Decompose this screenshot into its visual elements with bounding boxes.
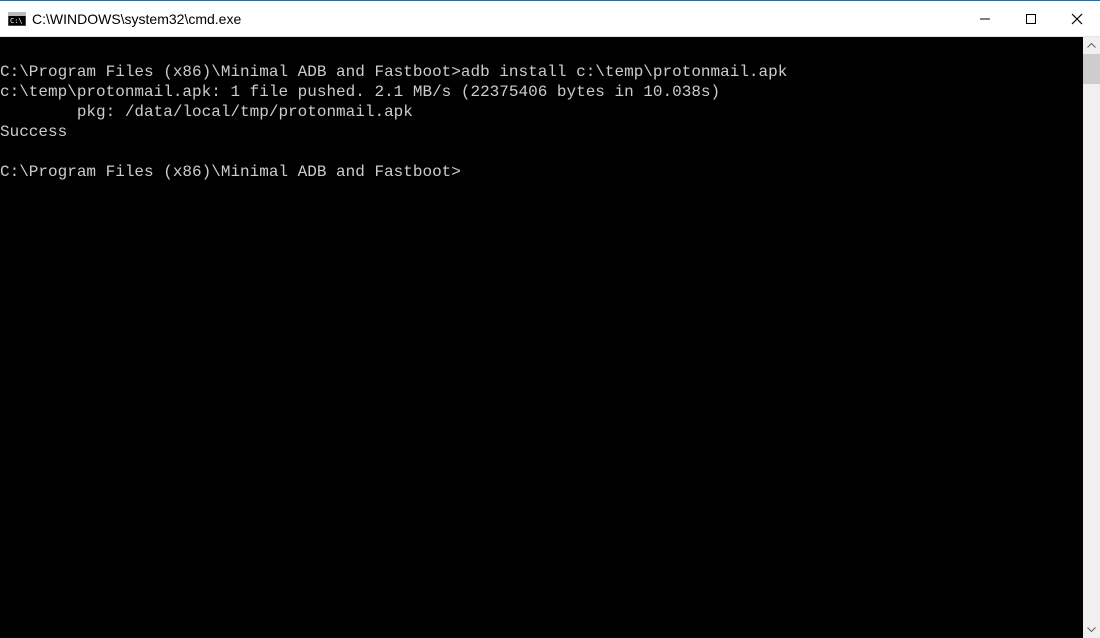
window-title: C:\WINDOWS\system32\cmd.exe (32, 11, 241, 27)
output-line: c:\temp\protonmail.apk: 1 file pushed. 2… (0, 83, 720, 101)
cmd-window: C:\ C:\WINDOWS\system32\cmd.exe C:\Progr… (0, 0, 1100, 638)
cmd-icon: C:\ (8, 11, 26, 27)
scroll-track[interactable] (1083, 54, 1100, 621)
maximize-button[interactable] (1008, 1, 1054, 36)
scroll-up-button[interactable] (1083, 37, 1100, 54)
prompt-text: C:\Program Files (x86)\Minimal ADB and F… (0, 63, 461, 81)
window-controls (962, 1, 1100, 36)
scroll-down-button[interactable] (1083, 621, 1100, 638)
output-line: Success (0, 123, 67, 141)
command-text: adb install c:\temp\protonmail.apk (461, 63, 787, 81)
console-output[interactable]: C:\Program Files (x86)\Minimal ADB and F… (0, 37, 1083, 638)
output-line: pkg: /data/local/tmp/protonmail.apk (0, 103, 413, 121)
vertical-scrollbar[interactable] (1083, 37, 1100, 638)
svg-text:C:\: C:\ (10, 17, 23, 25)
titlebar[interactable]: C:\ C:\WINDOWS\system32\cmd.exe (0, 1, 1100, 37)
minimize-button[interactable] (962, 1, 1008, 36)
client-area: C:\Program Files (x86)\Minimal ADB and F… (0, 37, 1100, 638)
scroll-thumb[interactable] (1083, 54, 1100, 84)
prompt-text: C:\Program Files (x86)\Minimal ADB and F… (0, 163, 461, 181)
close-button[interactable] (1054, 1, 1100, 36)
